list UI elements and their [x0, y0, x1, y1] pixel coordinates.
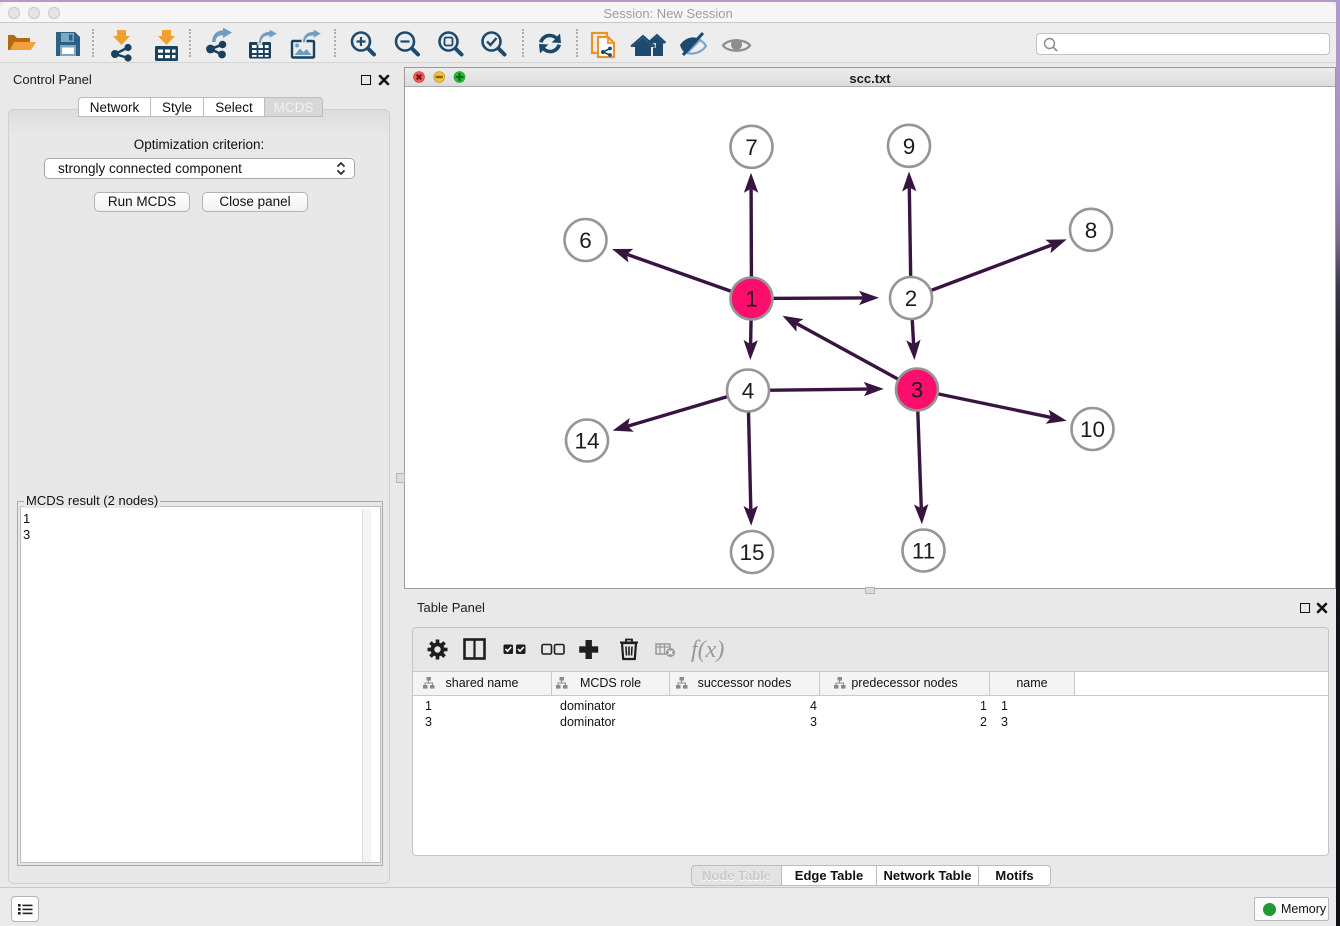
svg-text:9: 9 [903, 134, 916, 159]
svg-text:2: 2 [905, 286, 918, 311]
svg-text:7: 7 [745, 135, 758, 160]
svg-text:f(x): f(x) [691, 637, 724, 663]
svg-text:15: 15 [739, 540, 764, 565]
svg-text:14: 14 [574, 429, 599, 454]
svg-text:1: 1 [745, 287, 758, 312]
svg-text:8: 8 [1085, 218, 1098, 243]
svg-text:6: 6 [579, 228, 592, 253]
svg-text:11: 11 [912, 539, 935, 564]
svg-text:3: 3 [911, 378, 924, 403]
svg-text:4: 4 [742, 379, 755, 404]
svg-text:10: 10 [1080, 417, 1105, 442]
